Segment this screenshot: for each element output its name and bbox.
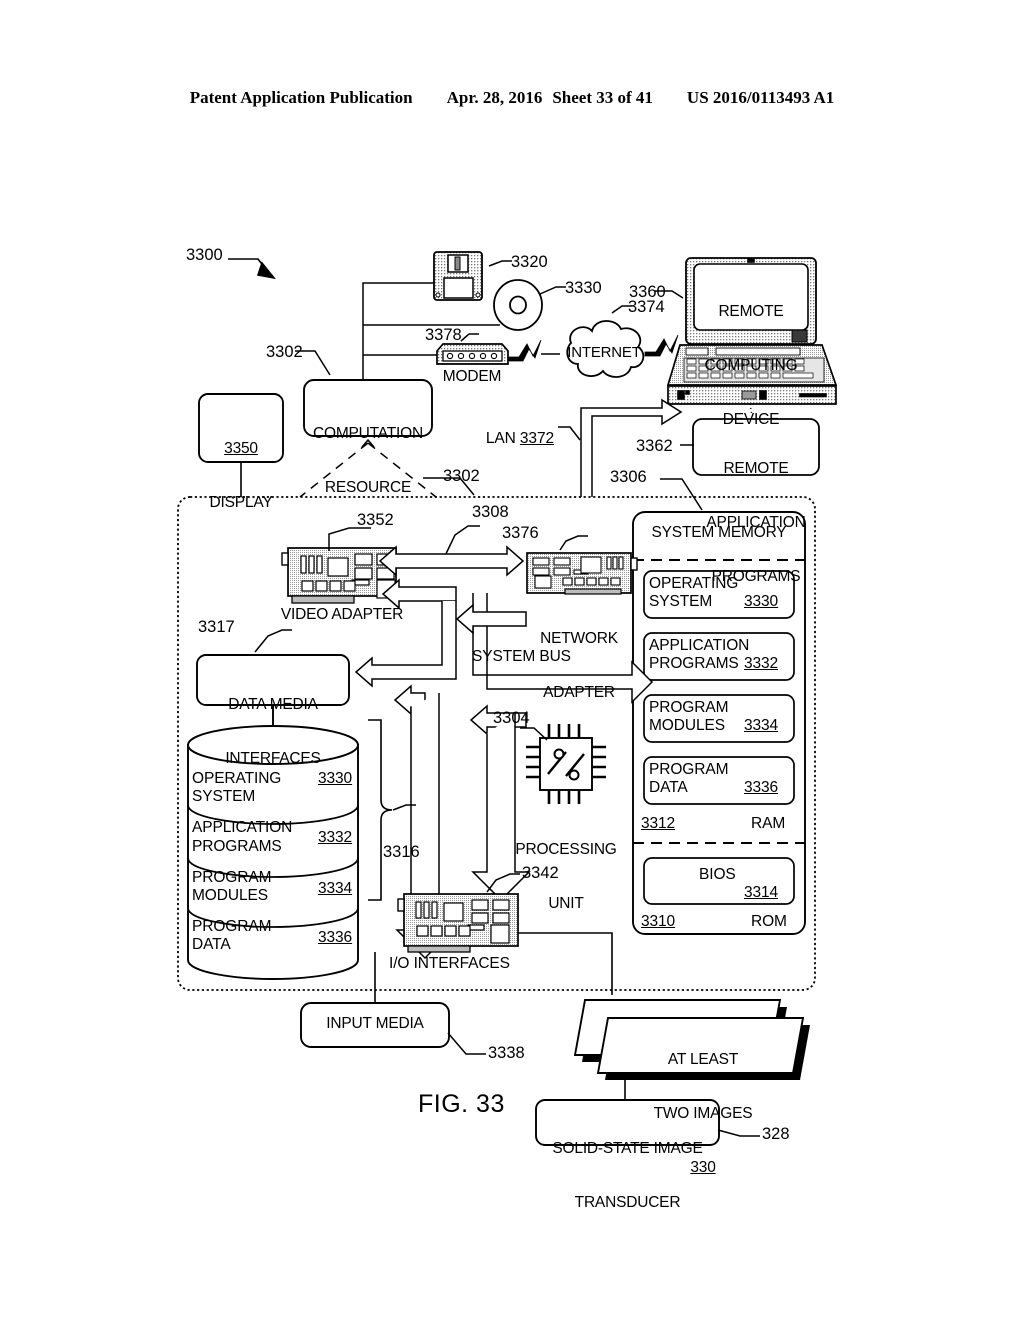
remote-device-line2: COMPUTING bbox=[704, 357, 798, 374]
network-adapter-label: NETWORK ADAPTER bbox=[519, 594, 639, 738]
memory-item-0-ref: 3330 bbox=[744, 593, 779, 610]
lan-ref: 3372 bbox=[519, 429, 554, 447]
system-bus-label: SYSTEM BUS bbox=[472, 648, 571, 665]
disk-item-3-line1: PROGRAM bbox=[192, 918, 272, 935]
ref-3317: 3317 bbox=[198, 618, 235, 636]
memory-item-3-line2: DATA bbox=[649, 779, 688, 796]
bios-ref: 3314 bbox=[744, 884, 779, 901]
rom-ref: 3310 bbox=[641, 913, 676, 930]
display-label: DISPLAY bbox=[209, 494, 273, 511]
memory-item-0-line1: OPERATING bbox=[649, 575, 739, 592]
processing-unit-label: PROCESSING UNIT bbox=[508, 805, 624, 949]
ref-3378: 3378 bbox=[425, 326, 462, 344]
disk-item-0-ref: 3330 bbox=[318, 770, 353, 787]
processing-unit-line2: UNIT bbox=[548, 895, 584, 912]
memory-item-0-line2: SYSTEM bbox=[649, 593, 713, 610]
remote-device-line1: REMOTE bbox=[718, 303, 784, 320]
ref-3330-disc: 3330 bbox=[565, 279, 602, 297]
bios-label: BIOS bbox=[699, 866, 736, 883]
disk-item-3-ref: 3336 bbox=[318, 929, 353, 946]
transducer-line2: TRANSDUCER bbox=[574, 1194, 681, 1211]
transducer-line1: SOLID-STATE IMAGE bbox=[552, 1140, 703, 1157]
ram-label: RAM bbox=[751, 815, 786, 832]
ref-3302-enclosure: 3302 bbox=[443, 467, 480, 485]
disk-item-2-line2: MODULES bbox=[192, 887, 268, 904]
solid-state-transducer-label: SOLID-STATE IMAGE TRANSDUCER bbox=[536, 1104, 719, 1248]
rom-label: ROM bbox=[751, 913, 787, 930]
ref-3300: 3300 bbox=[186, 246, 223, 264]
memory-item-1-line1: APPLICATION bbox=[649, 637, 750, 654]
computation-resource-line1: COMPUTATION bbox=[312, 425, 424, 442]
internet-label: INTERNET bbox=[567, 344, 641, 361]
memory-item-2-line2: MODULES bbox=[649, 717, 725, 734]
computation-resource-label: COMPUTATION RESOURCE bbox=[304, 389, 432, 533]
ref-3360: 3360 bbox=[629, 283, 666, 301]
memory-item-3-ref: 3336 bbox=[744, 779, 779, 796]
display-box-label: 3350 DISPLAY bbox=[199, 404, 283, 548]
display-ref: 3350 bbox=[224, 440, 258, 457]
memory-item-3-line1: PROGRAM bbox=[649, 761, 729, 778]
figure-label: FIG. 33 bbox=[418, 1090, 505, 1118]
ref-3316: 3316 bbox=[383, 843, 420, 861]
ram-ref: 3312 bbox=[641, 815, 676, 832]
disk-item-2-ref: 3334 bbox=[318, 880, 353, 897]
ref-3306: 3306 bbox=[610, 468, 647, 486]
disk-item-0-line2: SYSTEM bbox=[192, 788, 256, 805]
ref-3376: 3376 bbox=[502, 524, 539, 542]
network-adapter-line1: NETWORK bbox=[540, 630, 618, 647]
patent-figure-page: Patent Application Publication Apr. 28, … bbox=[0, 0, 1024, 1320]
lan-text: LAN bbox=[485, 429, 516, 447]
memory-item-2-ref: 3334 bbox=[744, 717, 779, 734]
memory-item-2-line1: PROGRAM bbox=[649, 699, 729, 716]
disk-item-1-line1: APPLICATION bbox=[192, 819, 293, 836]
memory-item-1-ref: 3332 bbox=[744, 655, 779, 672]
video-adapter-label: VIDEO ADAPTER bbox=[280, 606, 404, 623]
lan-label: LAN 3372 bbox=[469, 412, 554, 465]
disk-item-1-line2: PROGRAMS bbox=[192, 838, 282, 855]
images-line1: AT LEAST bbox=[667, 1051, 739, 1068]
ref-3362: 3362 bbox=[636, 437, 673, 455]
ref-3308: 3308 bbox=[472, 503, 509, 521]
disk-item-1-ref: 3332 bbox=[318, 829, 353, 846]
network-adapter-line2: ADAPTER bbox=[543, 684, 615, 701]
memory-item-1-line2: PROGRAMS bbox=[649, 655, 739, 672]
processing-unit-line1: PROCESSING bbox=[515, 841, 617, 858]
system-memory-title: SYSTEM MEMORY bbox=[651, 524, 787, 541]
computation-resource-line2: RESOURCE bbox=[324, 479, 412, 496]
data-media-line2: INTERFACES bbox=[225, 750, 321, 767]
data-media-line1: DATA MEDIA bbox=[228, 696, 318, 713]
ref-3302-top: 3302 bbox=[266, 343, 303, 361]
disk-item-2-line1: PROGRAM bbox=[192, 869, 272, 886]
io-interfaces-label: I/O INTERFACES bbox=[389, 955, 510, 972]
disk-item-0-line1: OPERATING bbox=[192, 770, 282, 787]
disk-item-3-line2: DATA bbox=[192, 936, 231, 953]
modem-label: MODEM bbox=[442, 368, 502, 385]
ref-3320: 3320 bbox=[511, 253, 548, 271]
input-media-label: INPUT MEDIA bbox=[326, 1015, 424, 1032]
remote-apps-line1: REMOTE bbox=[723, 460, 789, 477]
ref-3338: 3338 bbox=[488, 1044, 525, 1062]
